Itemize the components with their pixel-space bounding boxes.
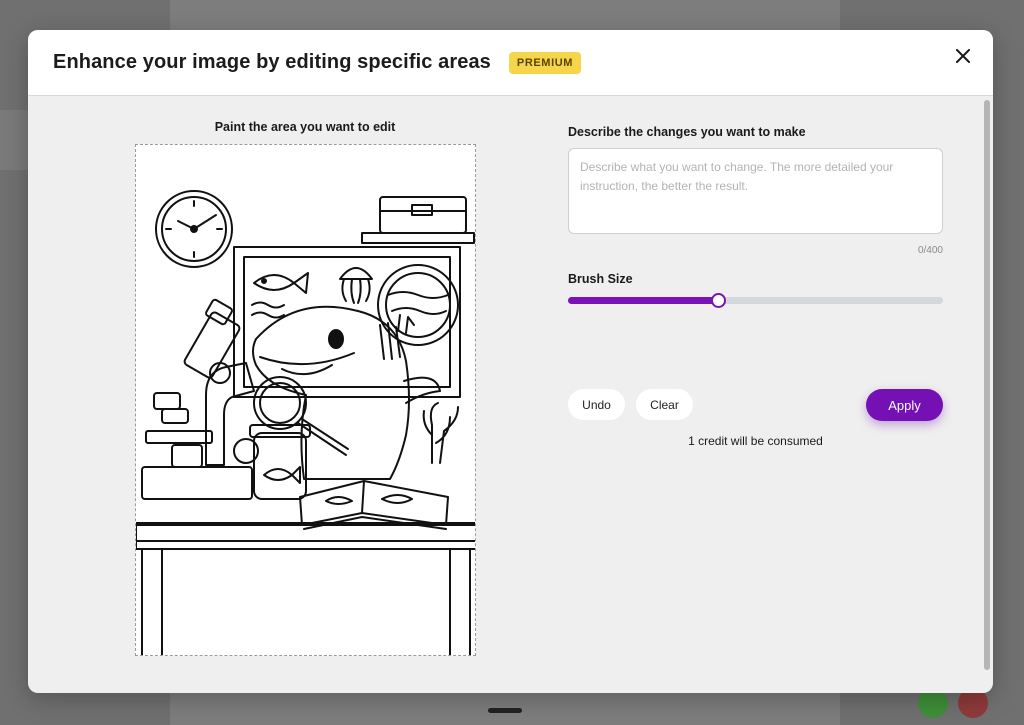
brush-size-slider[interactable] [568, 293, 943, 308]
bottom-handle [488, 708, 522, 713]
modal-title: Enhance your image by editing specific a… [53, 51, 491, 73]
modal-header: Enhance your image by editing specific a… [28, 30, 993, 96]
coloring-page-illustration [136, 190, 475, 655]
apply-button[interactable]: Apply [866, 389, 943, 421]
premium-badge: PREMIUM [508, 51, 582, 74]
description-input[interactable] [568, 148, 943, 234]
clear-button[interactable]: Clear [636, 389, 693, 420]
undo-button[interactable]: Undo [568, 389, 625, 420]
description-label: Describe the changes you want to make [568, 125, 806, 139]
character-count: 0/400 [917, 245, 943, 256]
modal-scrollbar[interactable] [984, 100, 990, 670]
brush-size-fill [568, 297, 718, 304]
edit-areas-modal: Enhance your image by editing specific a… [28, 30, 993, 693]
modal-body: Paint the area you want to edit Describe… [28, 96, 993, 693]
close-icon [956, 49, 970, 63]
background-strip [0, 110, 30, 170]
close-button[interactable] [951, 44, 975, 68]
brush-size-handle[interactable] [711, 293, 726, 308]
paint-area-label: Paint the area you want to edit [214, 120, 396, 134]
paint-canvas[interactable] [135, 144, 476, 656]
credit-note: 1 credit will be consumed [688, 434, 823, 448]
brush-size-label: Brush Size [568, 272, 633, 286]
